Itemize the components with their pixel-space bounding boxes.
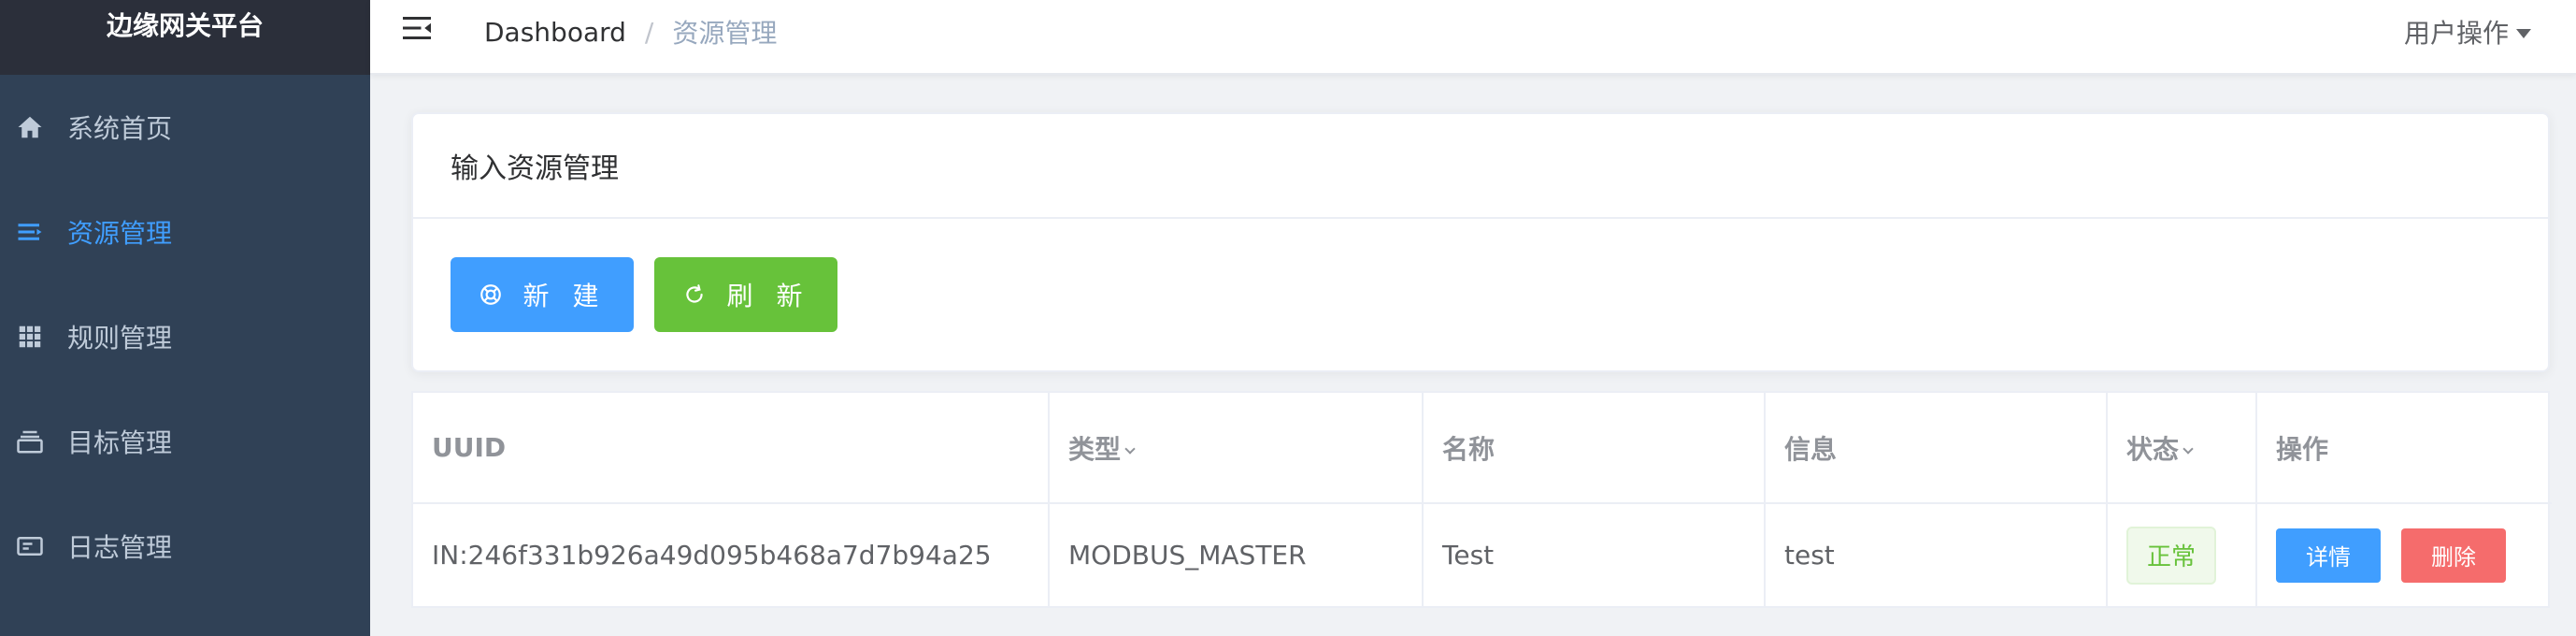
status-badge: 正常 xyxy=(2126,526,2217,585)
user-menu-label: 用户操作 xyxy=(2403,18,2509,49)
column-header-actions: 操作 xyxy=(2256,393,2552,504)
stack-icon xyxy=(15,426,45,456)
column-header-type[interactable]: 类型 xyxy=(1049,393,1424,504)
table-row: IN:246f331b926a49d095b468a7d7b94a25 MODB… xyxy=(413,503,2552,606)
breadcrumb-separator: / xyxy=(644,16,654,48)
column-header-status[interactable]: 状态 xyxy=(2107,393,2257,504)
sidebar-item-resources[interactable]: 资源管理 xyxy=(0,180,370,284)
card-title: 输入资源管理 xyxy=(413,114,2548,219)
top-navbar: Dashboard / 资源管理 用户操作 xyxy=(370,0,2576,75)
cell-status: 正常 xyxy=(2107,503,2257,606)
menu-fold-icon xyxy=(403,17,431,39)
sidebar-item-logs[interactable]: 日志管理 xyxy=(0,494,370,599)
breadcrumb-dashboard[interactable]: Dashboard xyxy=(484,17,626,48)
cell-info: test xyxy=(1765,503,2108,606)
resource-card: 输入资源管理 新 建 刷 新 xyxy=(411,112,2550,372)
user-menu-dropdown[interactable]: 用户操作 xyxy=(2404,13,2531,51)
sidebar-item-label: 系统首页 xyxy=(67,113,173,144)
sidebar-toggle-button[interactable] xyxy=(398,9,436,47)
log-card-icon xyxy=(15,531,45,561)
delete-button[interactable]: 删除 xyxy=(2401,528,2506,583)
card-actions: 新 建 刷 新 xyxy=(413,219,2548,370)
breadcrumb-current: 资源管理 xyxy=(672,18,778,49)
cell-type: MODBUS_MASTER xyxy=(1049,503,1424,606)
sidebar: 边缘网关平台 系统首页 资源管理 规则管理 目标管理 日志管理 xyxy=(0,0,370,636)
brand-title: 边缘网关平台 xyxy=(0,0,370,75)
refresh-icon xyxy=(682,282,707,307)
lifebuoy-icon xyxy=(479,282,503,307)
app-root: 边缘网关平台 系统首页 资源管理 规则管理 目标管理 日志管理 Dashboar… xyxy=(0,0,2576,636)
sidebar-item-targets[interactable]: 目标管理 xyxy=(0,389,370,494)
sidebar-item-label: 目标管理 xyxy=(67,427,173,458)
grid-icon xyxy=(15,322,45,352)
caret-down-icon xyxy=(2516,29,2531,38)
sort-icon xyxy=(1124,442,1136,455)
refresh-button[interactable]: 刷 新 xyxy=(654,257,837,332)
resource-table: UUID 类型 名称 信息 状态 操作 IN:246f331b926a49d09… xyxy=(411,391,2552,608)
sort-icon xyxy=(2182,442,2194,455)
new-button-label: 新 建 xyxy=(522,281,607,311)
sidebar-item-label: 资源管理 xyxy=(67,218,173,249)
main-area: Dashboard / 资源管理 用户操作 输入资源管理 新 建 刷 新 UUI… xyxy=(370,0,2576,636)
sidebar-item-home[interactable]: 系统首页 xyxy=(0,75,370,180)
new-button[interactable]: 新 建 xyxy=(451,257,634,332)
cell-actions: 详情 删除 xyxy=(2256,503,2552,606)
cell-name: Test xyxy=(1423,503,1766,606)
sidebar-item-rules[interactable]: 规则管理 xyxy=(0,284,370,389)
sidebar-menu: 系统首页 资源管理 规则管理 目标管理 日志管理 xyxy=(0,75,370,599)
refresh-button-label: 刷 新 xyxy=(726,281,810,311)
column-header-info: 信息 xyxy=(1765,393,2108,504)
table-header-row: UUID 类型 名称 信息 状态 操作 xyxy=(413,393,2552,504)
list-indent-icon xyxy=(15,217,45,247)
sidebar-item-label: 规则管理 xyxy=(67,323,173,354)
cell-uuid: IN:246f331b926a49d095b468a7d7b94a25 xyxy=(413,503,1050,606)
home-icon xyxy=(15,112,45,142)
page-content: 输入资源管理 新 建 刷 新 UUID 类型 名称 信息 状态 操作 IN:24… xyxy=(370,75,2576,608)
column-header-uuid: UUID xyxy=(413,393,1050,504)
column-header-name: 名称 xyxy=(1423,393,1766,504)
breadcrumb: Dashboard / 资源管理 xyxy=(484,13,777,51)
sidebar-item-label: 日志管理 xyxy=(67,532,173,563)
detail-button[interactable]: 详情 xyxy=(2276,528,2381,583)
